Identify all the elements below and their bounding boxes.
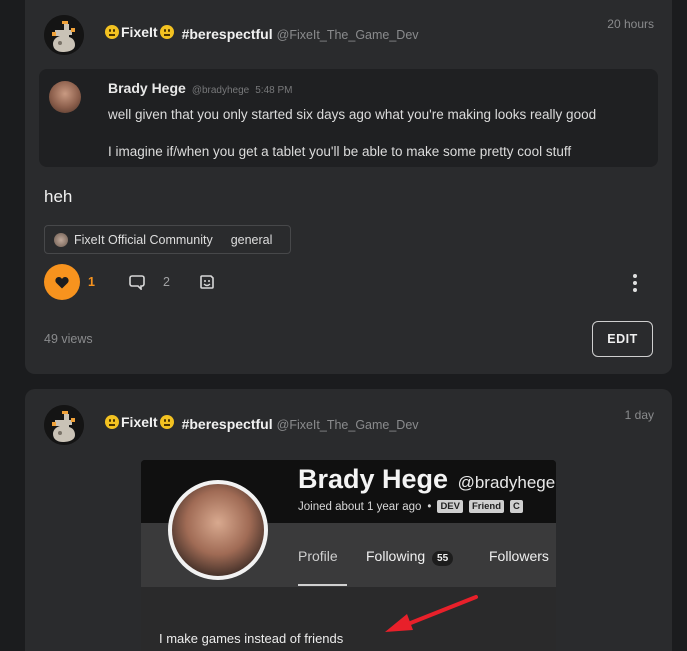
embed-following-count: 55	[432, 551, 454, 566]
neutral-face-emoji-icon	[105, 415, 119, 429]
author-avatar[interactable]	[44, 15, 84, 55]
like-button[interactable]	[44, 264, 80, 300]
embed-tab-profile: Profile	[298, 548, 338, 564]
author-hashtag[interactable]: #berespectful	[182, 416, 273, 432]
like-count: 1	[88, 275, 95, 289]
community-icon	[54, 232, 68, 247]
embed-badge: DEV	[437, 500, 463, 513]
author-name-text[interactable]: FixeIt	[121, 24, 158, 40]
neutral-face-emoji-icon	[159, 25, 174, 39]
author-name[interactable]: FixeIt	[105, 414, 174, 430]
embed-profile-avatar	[168, 480, 268, 580]
community-name: FixeIt Official Community	[74, 232, 213, 247]
author-name[interactable]: FixeIt	[105, 24, 174, 40]
post-body-text: heh	[44, 187, 73, 206]
heart-icon	[55, 276, 69, 288]
author-name-text[interactable]: FixeIt	[121, 414, 158, 430]
post-actions: 1 2	[44, 264, 215, 300]
quote-author-name: Brady Hege	[108, 80, 186, 96]
embed-active-tab-underline	[298, 584, 347, 586]
post-card: FixeIt #berespectful @FixeIt_The_Game_De…	[25, 0, 672, 374]
embed-following-label: Following	[366, 548, 426, 564]
embed-name-text: Brady Hege	[298, 464, 449, 494]
embed-badge: Friend	[468, 500, 505, 513]
post-timestamp[interactable]: 20 hours	[607, 17, 654, 31]
add-reaction-icon[interactable]	[199, 274, 215, 290]
quote-text-line: well given that you only started six day…	[108, 107, 597, 122]
embed-joined-text: Joined about 1 year ago	[298, 500, 422, 513]
post-card: FixeIt #berespectful @FixeIt_The_Game_De…	[25, 389, 672, 651]
post-header: FixeIt #berespectful @FixeIt_The_Game_De…	[105, 414, 419, 432]
quote-text-line: I imagine if/when you get a tablet you'l…	[108, 144, 572, 159]
embed-bio-text: I make games instead of friends	[159, 631, 344, 646]
comment-icon[interactable]	[129, 274, 145, 290]
quote-author-handle: @bradyhege	[191, 85, 250, 96]
view-count: 49 views	[44, 332, 93, 346]
post-timestamp[interactable]: 1 day	[625, 408, 654, 422]
embed-joined-row: Joined about 1 year ago • DEV Friend C	[298, 500, 523, 513]
community-tag[interactable]: FixeIt Official Community general	[44, 225, 291, 254]
author-handle[interactable]: @FixeIt_The_Game_Dev	[277, 28, 419, 42]
comment-count: 2	[162, 275, 170, 289]
channel-name: general	[230, 232, 273, 247]
neutral-face-emoji-icon	[159, 415, 174, 429]
embed-profile-name: Brady Hege @bradyhege	[298, 464, 555, 495]
embed-handle: @bradyhege	[457, 473, 556, 492]
fixeit-logo-icon	[44, 15, 84, 55]
embed-tab-followers: Followers	[489, 548, 549, 564]
attached-image[interactable]: Brady Hege @bradyhege Joined about 1 yea…	[141, 460, 556, 651]
post-header: FixeIt #berespectful @FixeIt_The_Game_De…	[105, 24, 419, 42]
author-handle[interactable]: @FixeIt_The_Game_Dev	[277, 418, 419, 432]
quoted-message[interactable]: Brady Hege @bradyhege 5:48 PM well given…	[39, 69, 658, 167]
quote-avatar	[49, 81, 81, 113]
embed-separator: •	[427, 500, 432, 513]
quote-header: Brady Hege @bradyhege 5:48 PM	[108, 80, 292, 96]
author-hashtag[interactable]: #berespectful	[182, 26, 273, 42]
fixeit-logo-icon	[44, 405, 84, 445]
more-options-icon[interactable]	[627, 274, 643, 292]
embed-tab-following: Following 55	[366, 548, 454, 566]
author-avatar[interactable]	[44, 405, 84, 445]
edit-button[interactable]: EDIT	[592, 321, 653, 357]
neutral-face-emoji-icon	[105, 25, 119, 39]
embed-badge: C	[510, 500, 523, 513]
quote-time: 5:48 PM	[255, 85, 293, 96]
red-arrow-icon	[385, 595, 478, 632]
